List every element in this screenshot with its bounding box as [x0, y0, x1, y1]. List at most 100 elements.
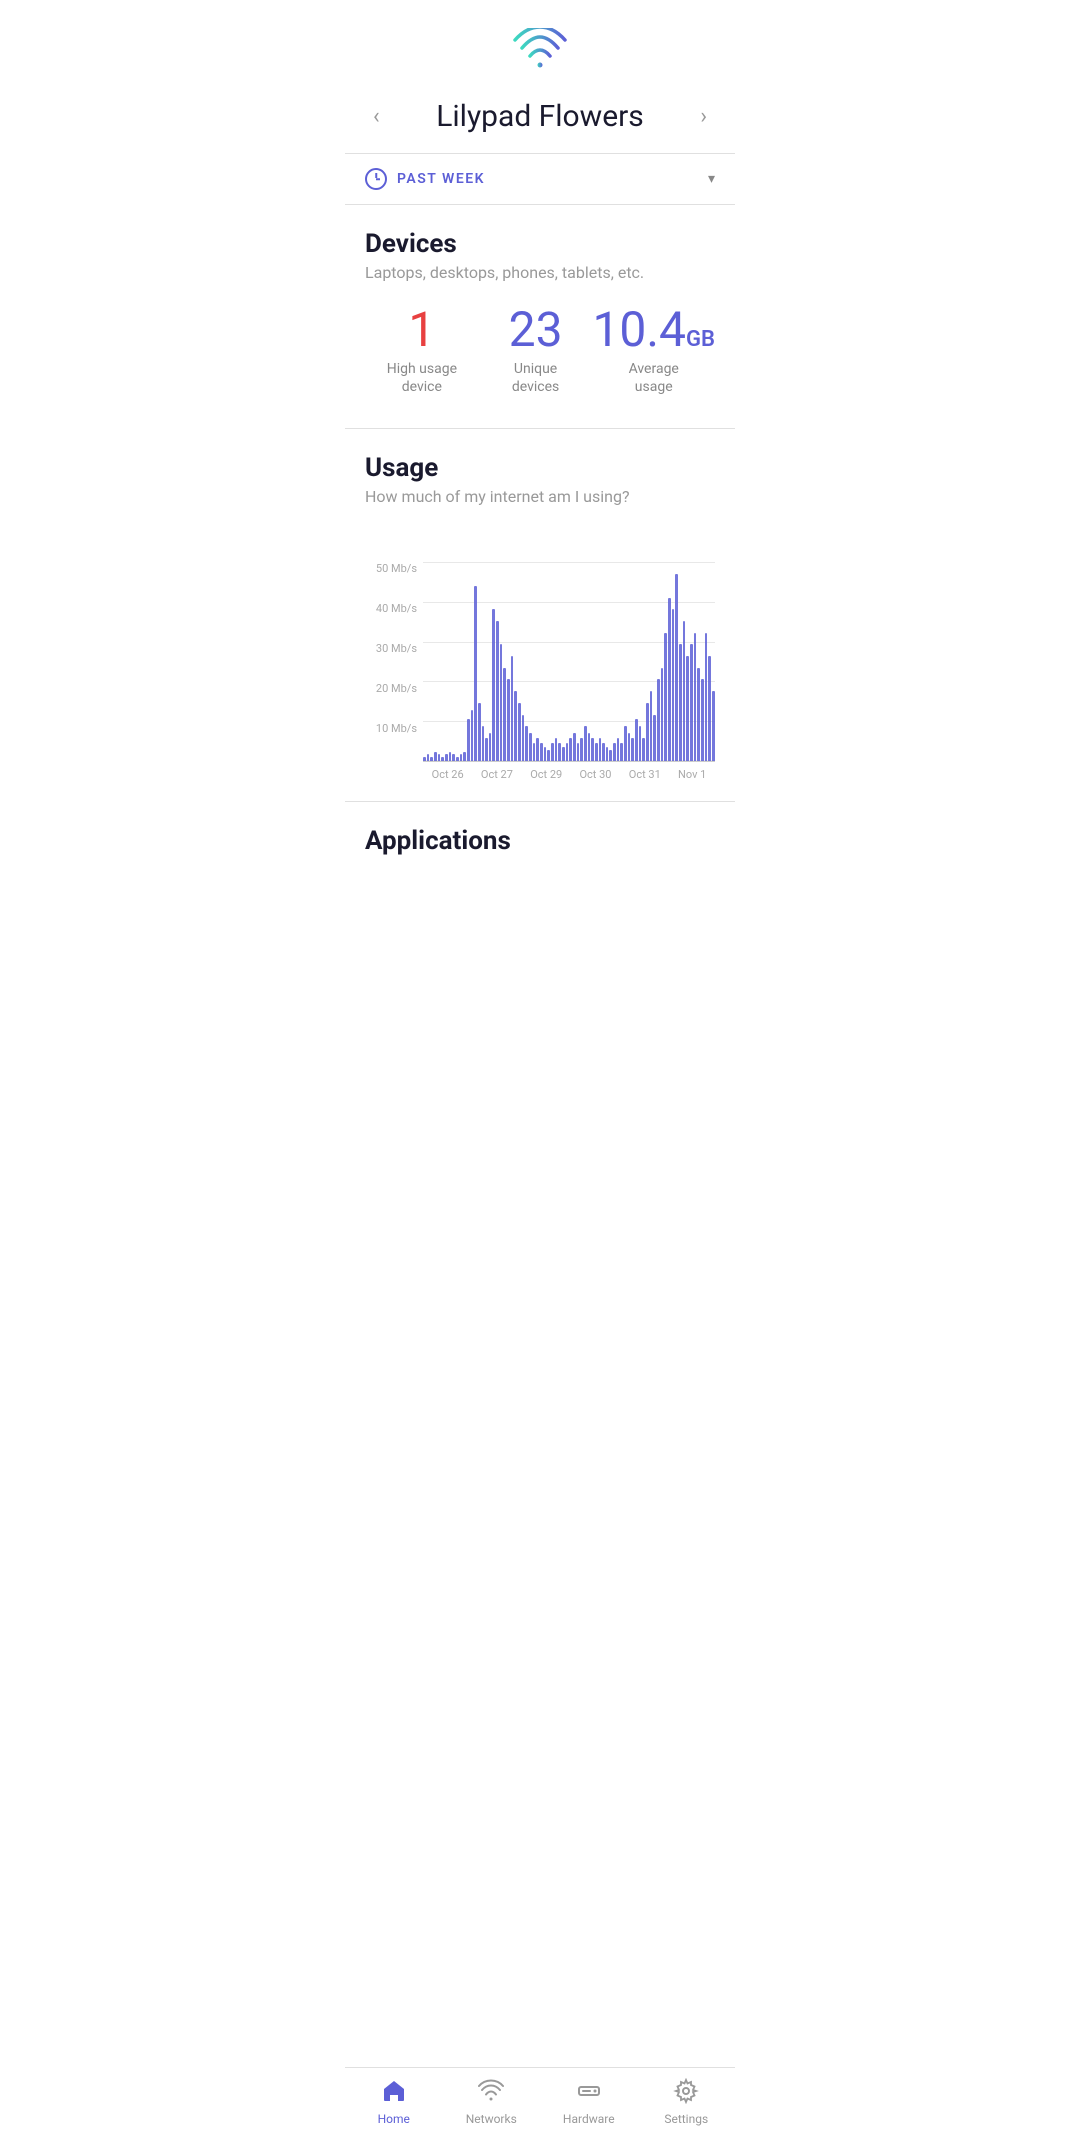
bar	[503, 668, 506, 762]
bar	[591, 738, 594, 761]
bar	[613, 743, 616, 762]
bar-group	[668, 562, 671, 761]
devices-subtitle: Laptops, desktops, phones, tablets, etc.	[365, 263, 715, 282]
bar-group	[514, 562, 517, 761]
prev-arrow[interactable]: ‹	[365, 96, 388, 137]
x-label-oct31: Oct 31	[629, 768, 661, 781]
next-arrow[interactable]: ›	[692, 96, 715, 137]
chart-section: 50 Mb/s 40 Mb/s 30 Mb/s 20 Mb/s 10 Mb/s	[345, 562, 735, 801]
nav-home[interactable]: Home	[345, 2078, 443, 2126]
bar	[482, 726, 485, 761]
bar	[606, 747, 609, 761]
bar-group	[511, 562, 514, 761]
time-filter-label: PAST WEEK	[397, 171, 485, 187]
bar-group	[438, 562, 441, 761]
bar	[628, 733, 631, 761]
bar	[566, 743, 569, 762]
bar	[664, 633, 667, 762]
bar	[708, 656, 711, 761]
unique-devices-stat[interactable]: 23 Uniquedevices	[479, 306, 593, 396]
bar	[518, 703, 521, 762]
bar-group	[609, 562, 612, 761]
nav-hardware[interactable]: Hardware	[540, 2078, 638, 2126]
bar	[584, 726, 587, 761]
x-label-oct27: Oct 27	[481, 768, 513, 781]
bar	[471, 710, 474, 762]
bar-group	[653, 562, 656, 761]
bar	[686, 656, 689, 761]
bar	[522, 715, 525, 762]
nav-hardware-label: Hardware	[563, 2112, 615, 2126]
bar	[653, 715, 656, 762]
bar-group	[460, 562, 463, 761]
average-usage-stat[interactable]: 10.4GB Averageusage	[592, 306, 715, 396]
bar	[485, 738, 488, 761]
x-axis: Oct 26 Oct 27 Oct 29 Oct 30 Oct 31 Nov 1	[423, 762, 715, 781]
hardware-icon	[576, 2078, 602, 2108]
bar	[544, 747, 547, 761]
bar-group	[474, 562, 477, 761]
settings-icon	[673, 2078, 699, 2108]
bar	[602, 743, 605, 762]
bar-group	[507, 562, 510, 761]
nav-networks[interactable]: Networks	[443, 2078, 541, 2126]
x-label-oct29: Oct 29	[530, 768, 562, 781]
nav-settings-label: Settings	[664, 2112, 708, 2126]
high-usage-stat[interactable]: 1 High usagedevice	[365, 306, 479, 396]
bar-group	[635, 562, 638, 761]
y-label-10: 10 Mb/s	[365, 722, 417, 735]
bar-group	[694, 562, 697, 761]
applications-title: Applications	[365, 826, 715, 856]
bar-group	[650, 562, 653, 761]
bar	[474, 586, 477, 762]
nav-settings[interactable]: Settings	[638, 2078, 736, 2126]
bar	[434, 752, 437, 761]
bar	[562, 747, 565, 761]
bar	[646, 703, 649, 762]
bar	[511, 656, 514, 761]
bar-group	[562, 562, 565, 761]
bar-group	[602, 562, 605, 761]
bar	[705, 633, 708, 762]
bar	[683, 621, 686, 761]
bar	[478, 703, 481, 762]
bar	[555, 738, 558, 761]
bar-group	[697, 562, 700, 761]
bar-group	[489, 562, 492, 761]
bar	[489, 733, 492, 761]
bar-group	[536, 562, 539, 761]
bar	[452, 754, 455, 761]
bar-group	[613, 562, 616, 761]
bar-group	[705, 562, 708, 761]
bar-group	[485, 562, 488, 761]
bar	[635, 719, 638, 761]
bar	[577, 743, 580, 762]
bar	[580, 738, 583, 761]
bar	[588, 733, 591, 761]
bar-group	[492, 562, 495, 761]
wifi-icon	[345, 0, 735, 88]
bar-group	[620, 562, 623, 761]
bar	[529, 733, 532, 761]
bar-group	[496, 562, 499, 761]
bar-group	[628, 562, 631, 761]
bar-group	[427, 562, 430, 761]
bar-group	[533, 562, 536, 761]
bar	[438, 754, 441, 761]
bar-group	[595, 562, 598, 761]
bar	[595, 743, 598, 762]
clock-icon	[365, 168, 387, 190]
bar-group	[467, 562, 470, 761]
bar-group	[573, 562, 576, 761]
high-usage-label: High usagedevice	[387, 360, 457, 396]
bars-container	[423, 562, 715, 761]
y-axis: 50 Mb/s 40 Mb/s 30 Mb/s 20 Mb/s 10 Mb/s	[365, 562, 417, 762]
bar-group	[463, 562, 466, 761]
bar-group	[551, 562, 554, 761]
bar	[642, 738, 645, 761]
x-label-nov1: Nov 1	[678, 768, 706, 781]
time-filter[interactable]: PAST WEEK ▾	[345, 154, 735, 204]
bar	[430, 757, 433, 762]
bar-group	[675, 562, 678, 761]
bar-group	[478, 562, 481, 761]
